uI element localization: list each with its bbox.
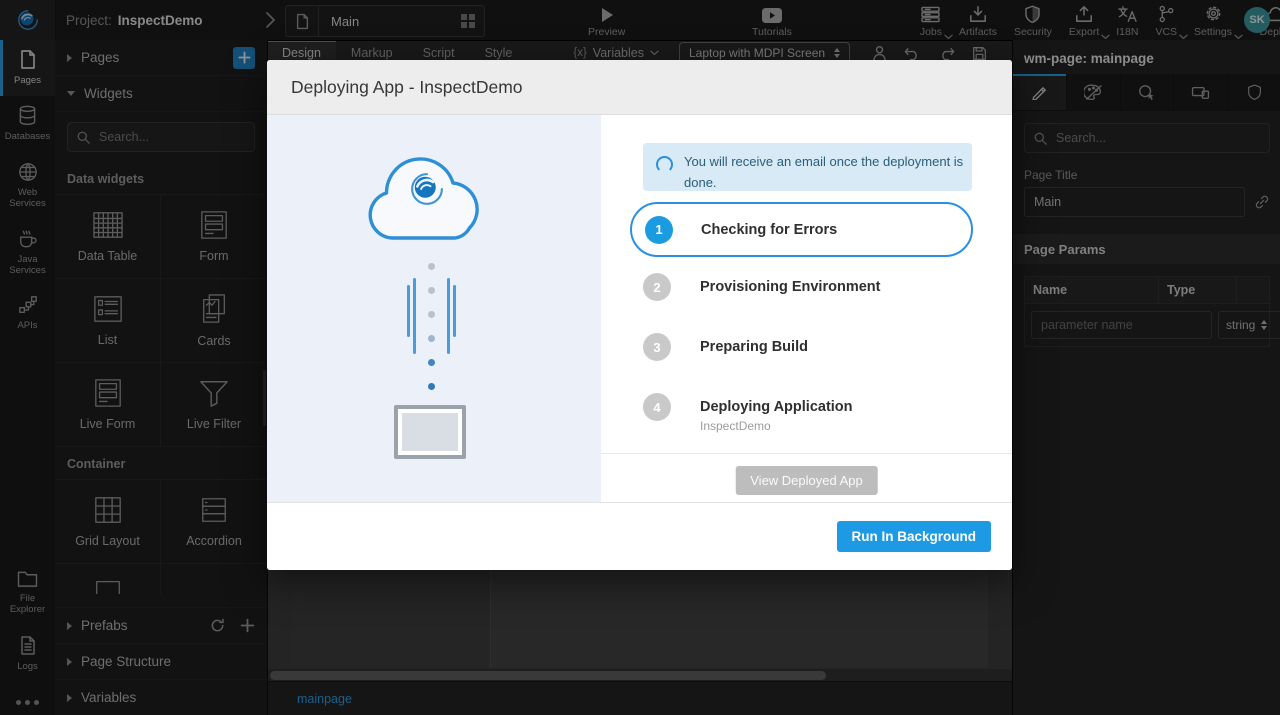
dialog-footer: Run In Background (267, 502, 1012, 570)
dialog-title: Deploying App - InspectDemo (267, 60, 1012, 115)
step-number-badge: 3 (643, 333, 671, 361)
wavemaker-studio: Project: InspectDemo Main Preview (0, 0, 1280, 715)
deploy-illustration (267, 115, 601, 502)
progress-dot (428, 311, 435, 318)
monitor-icon (394, 405, 466, 459)
divider (601, 453, 1012, 454)
progress-dot (428, 383, 435, 390)
deploy-dialog: Deploying App - InspectDemo (267, 60, 1012, 570)
progress-dot (428, 263, 435, 270)
step-provisioning-environment: 2 Provisioning Environment (643, 273, 880, 301)
step-sublabel: InspectDemo (700, 419, 771, 433)
step-number-badge: 2 (643, 273, 671, 301)
wavemaker-logo-icon (406, 168, 448, 210)
step-number-badge: 4 (643, 393, 671, 421)
step-number-badge: 1 (645, 216, 673, 244)
deploy-steps-panel: You will receive an email once the deplo… (601, 115, 1012, 502)
stream-line (447, 278, 450, 354)
stream-line (413, 278, 416, 354)
info-message: You will receive an email once the deplo… (684, 143, 972, 191)
view-deployed-app-button[interactable]: View Deployed App (735, 466, 878, 495)
stream-line (453, 285, 456, 337)
progress-dot (428, 335, 435, 342)
info-banner: You will receive an email once the deplo… (643, 143, 972, 191)
run-in-background-button[interactable]: Run In Background (837, 521, 992, 552)
spinner-icon (656, 156, 673, 173)
progress-dot (428, 287, 435, 294)
progress-dot (428, 359, 435, 366)
stream-line (407, 285, 410, 337)
step-checking-errors: 1 Checking for Errors (630, 202, 973, 257)
step-preparing-build: 3 Preparing Build (643, 333, 808, 361)
step-deploying-application: 4 Deploying Application (643, 393, 853, 421)
